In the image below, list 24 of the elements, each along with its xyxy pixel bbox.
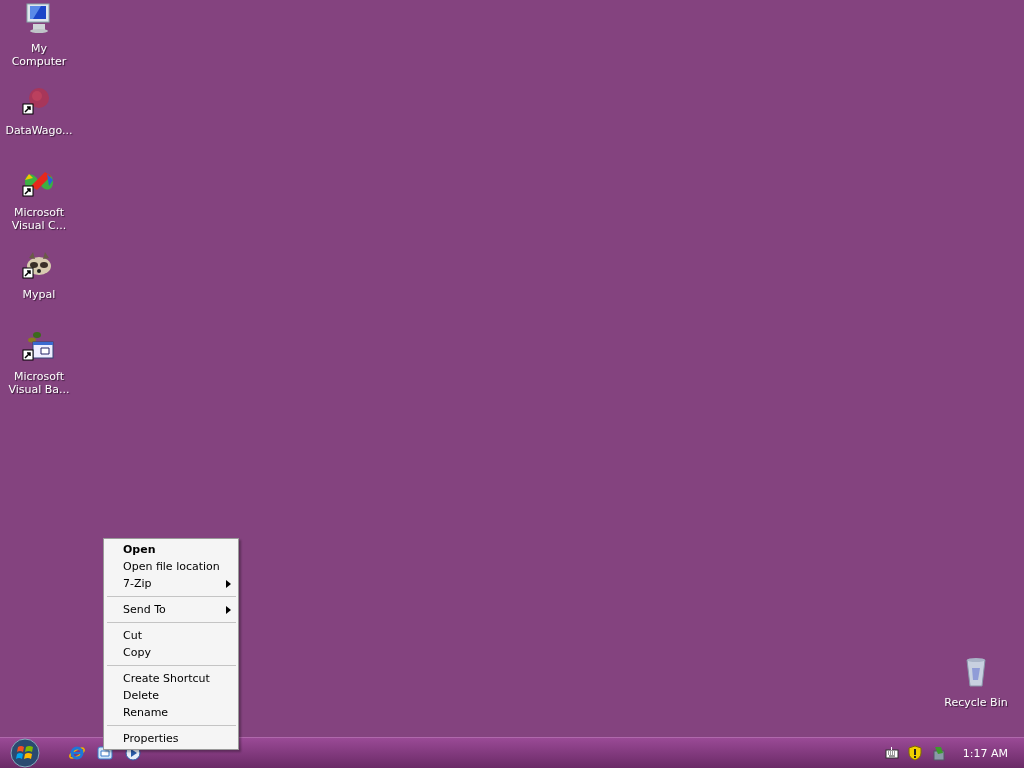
network-icon[interactable] <box>930 745 947 761</box>
shield-warning-icon[interactable] <box>906 745 923 761</box>
menu-item[interactable]: 7-Zip <box>104 575 238 592</box>
icon-label[interactable]: My Computer <box>4 42 74 68</box>
menu-item[interactable]: Send To <box>104 601 238 618</box>
icon-label[interactable]: DataWago... <box>4 124 74 150</box>
menu-item[interactable]: Open file location <box>104 558 238 575</box>
menu-item[interactable]: Open <box>104 541 238 558</box>
start-button[interactable] <box>10 738 40 768</box>
shortcut-window-with-leaf-icon[interactable] <box>21 330 57 362</box>
menu-item[interactable]: Rename <box>104 704 238 721</box>
windows-logo-icon <box>10 738 40 768</box>
keyboard-icon[interactable] <box>884 746 899 760</box>
browser-e-icon[interactable] <box>68 744 86 762</box>
icon-label[interactable]: Mypal <box>4 288 74 314</box>
icon-label[interactable]: Recycle Bin <box>941 696 1011 709</box>
menu-item[interactable]: Cut <box>104 627 238 644</box>
clock[interactable]: 1:17 AM <box>962 746 1008 760</box>
icon-label[interactable]: Microsoft Visual C... <box>4 206 74 232</box>
menu-item[interactable]: Copy <box>104 644 238 661</box>
menu-item[interactable]: Delete <box>104 687 238 704</box>
menu-item[interactable]: Create Shortcut <box>104 670 238 687</box>
menu-item[interactable]: Properties <box>104 730 238 747</box>
icon-label[interactable]: Microsoft Visual Ba... <box>4 370 74 396</box>
